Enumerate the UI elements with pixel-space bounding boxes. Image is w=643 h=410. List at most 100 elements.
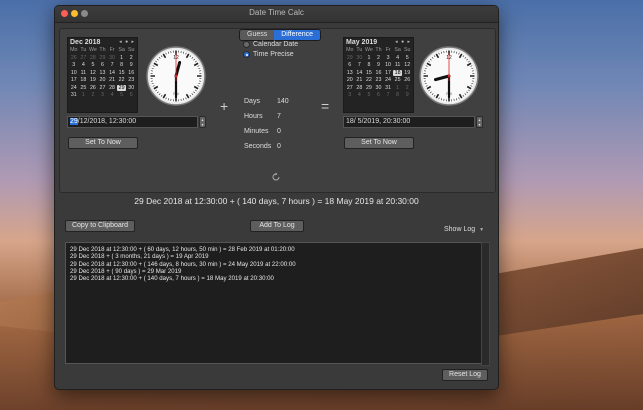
calendar-day[interactable]: 8 xyxy=(364,62,374,68)
calendar-day[interactable]: 29 xyxy=(98,55,108,61)
end-date-field[interactable]: 18/ 5/2019, 20:30:00 xyxy=(343,116,475,128)
calendar-day[interactable]: 3 xyxy=(383,55,393,61)
calendar-day[interactable]: 9 xyxy=(126,62,136,68)
calendar-day[interactable]: 7 xyxy=(383,92,393,98)
refresh-icon[interactable] xyxy=(271,172,281,182)
time-precise-radio[interactable]: Time Precise xyxy=(243,51,294,58)
calendar-day[interactable]: 5 xyxy=(402,55,412,61)
add-to-log-button[interactable]: Add To Log xyxy=(250,220,304,232)
tab-guess[interactable]: Guess xyxy=(240,30,274,40)
calendar-day[interactable]: 2 xyxy=(374,55,384,61)
calendar-day[interactable]: 15 xyxy=(364,70,374,76)
show-log-popup[interactable]: Show Log▼ xyxy=(444,226,484,233)
days-value[interactable]: 140 xyxy=(277,98,289,105)
end-calendar-grid[interactable]: MoTuWeThFrSaSu29301234567891011121314151… xyxy=(345,47,412,98)
calendar-day[interactable]: 21 xyxy=(355,77,365,83)
calendar-day[interactable]: 2 xyxy=(88,92,98,98)
calendar-day[interactable]: 26 xyxy=(69,55,79,61)
calendar-day[interactable]: 19 xyxy=(88,77,98,83)
end-set-to-now-button[interactable]: Set To Now xyxy=(344,137,414,149)
calendar-day[interactable]: 6 xyxy=(126,92,136,98)
calendar-day[interactable]: 28 xyxy=(88,55,98,61)
calendar-day[interactable]: 5 xyxy=(364,92,374,98)
calendar-day[interactable]: 10 xyxy=(383,62,393,68)
reset-log-button[interactable]: Reset Log xyxy=(442,369,488,381)
tab-difference[interactable]: Difference xyxy=(274,30,320,40)
calendar-day[interactable]: 3 xyxy=(69,62,79,68)
start-date-field[interactable]: 29/12/2018, 12:30:00 xyxy=(67,116,198,128)
calendar-day[interactable]: 3 xyxy=(345,92,355,98)
start-set-to-now-button[interactable]: Set To Now xyxy=(68,137,138,149)
calendar-day[interactable]: 1 xyxy=(79,92,89,98)
calendar-day[interactable]: 29 xyxy=(364,85,374,91)
calendar-day[interactable]: 26 xyxy=(402,77,412,83)
calendar-day[interactable]: 30 xyxy=(355,55,365,61)
calendar-day[interactable]: 11 xyxy=(393,62,403,68)
calendar-date-radio-indicator[interactable] xyxy=(243,41,250,48)
calendar-day[interactable]: 4 xyxy=(393,55,403,61)
calendar-day[interactable]: 4 xyxy=(355,92,365,98)
calendar-day[interactable]: 25 xyxy=(393,77,403,83)
end-date-stepper[interactable]: ▴▾ xyxy=(476,116,483,128)
calendar-day[interactable]: 27 xyxy=(98,85,108,91)
calendar-day[interactable]: 30 xyxy=(126,85,136,91)
calendar-day[interactable]: 9 xyxy=(402,92,412,98)
minutes-value[interactable]: 0 xyxy=(277,128,281,135)
calendar-day[interactable]: 12 xyxy=(88,70,98,76)
calendar-day[interactable]: 17 xyxy=(383,70,393,76)
calendar-day[interactable]: 26 xyxy=(88,85,98,91)
calendar-day[interactable]: 23 xyxy=(126,77,136,83)
calendar-day-selected[interactable]: 29 xyxy=(117,85,127,91)
calendar-day[interactable]: 28 xyxy=(107,85,117,91)
start-calendar-grid[interactable]: MoTuWeThFrSaSu26272829301234567891011121… xyxy=(69,47,136,98)
calendar-day[interactable]: 14 xyxy=(107,70,117,76)
start-calendar[interactable]: Dec 2018 ◂ ● ▸ MoTuWeThFrSaSu26272829301… xyxy=(67,37,138,113)
calendar-day[interactable]: 5 xyxy=(117,92,127,98)
calendar-day[interactable]: 30 xyxy=(374,85,384,91)
calendar-day[interactable]: 28 xyxy=(355,85,365,91)
calendar-day[interactable]: 24 xyxy=(383,77,393,83)
calendar-day[interactable]: 7 xyxy=(107,62,117,68)
calendar-day[interactable]: 21 xyxy=(107,77,117,83)
calendar-day[interactable]: 24 xyxy=(69,85,79,91)
calendar-day[interactable]: 29 xyxy=(345,55,355,61)
calendar-day[interactable]: 4 xyxy=(107,92,117,98)
calendar-day[interactable]: 1 xyxy=(364,55,374,61)
mode-segmented-control[interactable]: Guess Difference xyxy=(239,29,321,41)
calendar-day[interactable]: 18 xyxy=(79,77,89,83)
calendar-day[interactable]: 31 xyxy=(69,92,79,98)
calendar-day[interactable]: 16 xyxy=(126,70,136,76)
calendar-day[interactable]: 6 xyxy=(345,62,355,68)
log-scrollbar[interactable] xyxy=(481,242,490,366)
calendar-day[interactable]: 17 xyxy=(69,77,79,83)
calendar-day[interactable]: 13 xyxy=(98,70,108,76)
calendar-day[interactable]: 22 xyxy=(117,77,127,83)
calendar-day[interactable]: 5 xyxy=(88,62,98,68)
calendar-day[interactable]: 12 xyxy=(402,62,412,68)
copy-to-clipboard-button[interactable]: Copy to Clipboard xyxy=(65,220,135,232)
calendar-day[interactable]: 4 xyxy=(79,62,89,68)
calendar-day[interactable]: 19 xyxy=(402,70,412,76)
calendar-day[interactable]: 31 xyxy=(383,85,393,91)
calendar-day[interactable]: 1 xyxy=(117,55,127,61)
hours-value[interactable]: 7 xyxy=(277,113,281,120)
calendar-day[interactable]: 27 xyxy=(79,55,89,61)
calendar-day[interactable]: 20 xyxy=(98,77,108,83)
time-precise-radio-indicator[interactable] xyxy=(243,51,250,58)
calendar-day[interactable]: 27 xyxy=(345,85,355,91)
log-text-area[interactable]: 29 Dec 2018 at 12:30:00 + ( 60 days, 12 … xyxy=(65,242,483,364)
calendar-day[interactable]: 2 xyxy=(126,55,136,61)
end-calendar[interactable]: May 2019 ◂ ● ▸ MoTuWeThFrSaSu29301234567… xyxy=(343,37,414,113)
calendar-day[interactable]: 13 xyxy=(345,70,355,76)
calendar-day[interactable]: 9 xyxy=(374,62,384,68)
end-calendar-nav[interactable]: ◂ ● ▸ xyxy=(395,39,411,45)
start-calendar-nav[interactable]: ◂ ● ▸ xyxy=(119,39,135,45)
calendar-day[interactable]: 14 xyxy=(355,70,365,76)
start-date-stepper[interactable]: ▴▾ xyxy=(199,116,206,128)
seconds-value[interactable]: 0 xyxy=(277,143,281,150)
calendar-day[interactable]: 20 xyxy=(345,77,355,83)
calendar-day[interactable]: 6 xyxy=(374,92,384,98)
calendar-day[interactable]: 30 xyxy=(107,55,117,61)
calendar-day[interactable]: 8 xyxy=(393,92,403,98)
calendar-day-selected[interactable]: 18 xyxy=(393,70,403,76)
